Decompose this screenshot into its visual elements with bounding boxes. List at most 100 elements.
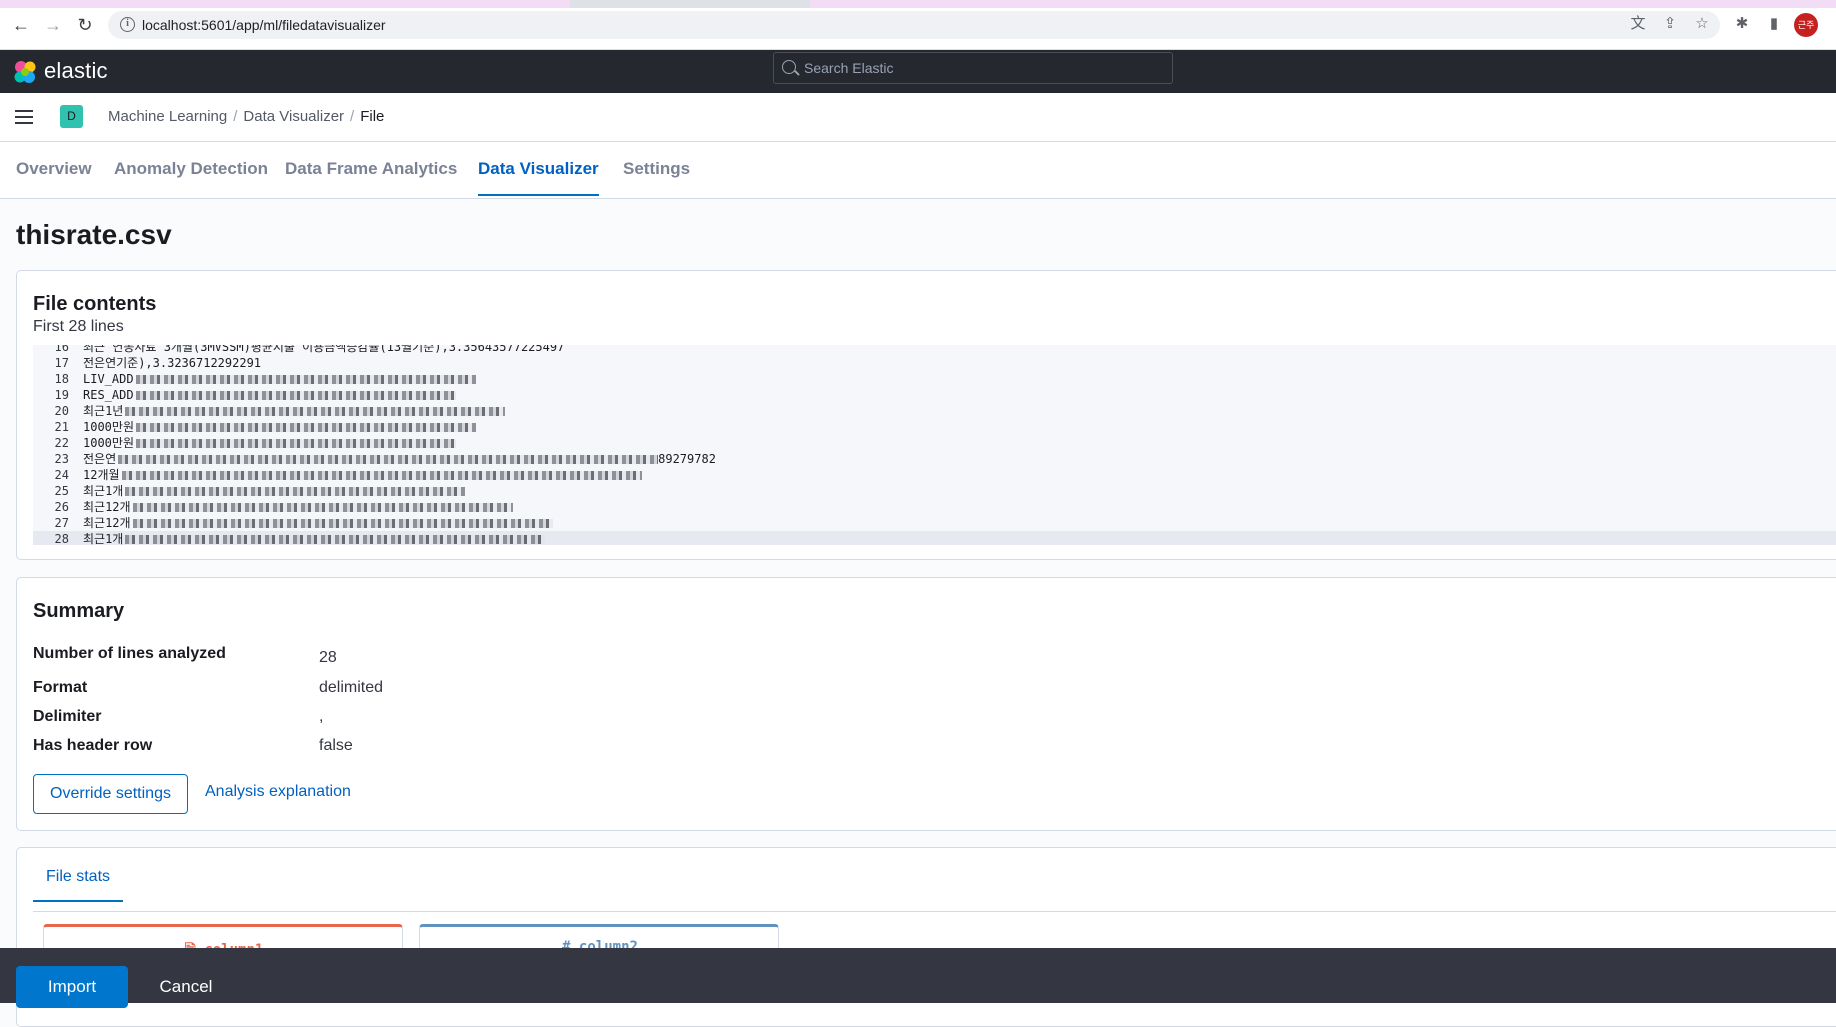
redacted-text (125, 487, 466, 496)
override-settings-button[interactable]: Override settings (33, 774, 188, 814)
browser-toolbar: ← → ↻ i localhost:5601/app/ml/filedatavi… (0, 0, 1836, 50)
breadcrumb-separator: / (350, 108, 355, 125)
redacted-text (132, 503, 513, 512)
forward-arrow-icon[interactable]: → (42, 14, 64, 36)
breadcrumb-data-visualizer[interactable]: Data Visualizer (243, 108, 344, 125)
line-text: 1000만원 (83, 436, 134, 450)
line-text: 최근 연동자료 3개월(3MVSSM)평균지출 이용금액증감율(13월기준),3… (83, 345, 565, 354)
line-number: 24 (54, 468, 69, 482)
menu-hamburger-icon[interactable] (15, 110, 33, 124)
redacted-text (135, 439, 456, 448)
file-contents-title: File contents (33, 293, 157, 315)
line-number: 20 (54, 404, 69, 418)
line-number: 19 (54, 388, 69, 402)
code-line: 22 1000만원 (33, 435, 1836, 451)
tab-data-frame-analytics[interactable]: Data Frame Analytics (285, 159, 457, 194)
import-button[interactable]: Import (16, 966, 128, 1008)
reload-icon[interactable]: ↻ (74, 14, 96, 36)
redacted-text (125, 535, 546, 544)
back-arrow-icon[interactable]: ← (10, 14, 32, 36)
line-number: 22 (54, 436, 69, 450)
code-line: 26 최근12개 (33, 499, 1836, 515)
analysis-explanation-link[interactable]: Analysis explanation (205, 783, 351, 801)
line-number: 23 (54, 452, 69, 466)
file-contents-panel: File contents First 28 lines 16 최근 연동자료 3… (16, 270, 1836, 560)
address-bar[interactable]: i localhost:5601/app/ml/filedatavisualiz… (108, 11, 1720, 39)
profile-avatar[interactable]: 근주 (1794, 13, 1818, 37)
summary-label: Has header row (33, 737, 153, 754)
tab-anomaly-detection[interactable]: Anomaly Detection (114, 159, 268, 194)
line-text-tail: 기준),3.3236712292291 (116, 356, 262, 370)
line-text: 최근12개 (83, 500, 131, 514)
tab-file-stats[interactable]: File stats (33, 868, 124, 902)
code-line: 20 최근1년 (33, 403, 1836, 419)
side-panel-icon[interactable]: ▮ (1764, 14, 1784, 34)
browser-tab[interactable] (0, 0, 570, 8)
ml-tabs: Overview Anomaly Detection Data Frame An… (0, 142, 1836, 199)
file-contents-code[interactable]: 16 최근 연동자료 3개월(3MVSSM)평균지출 이용금액증감율(13월기준)… (33, 345, 1836, 545)
search-input[interactable] (804, 58, 1164, 78)
code-line: 28 최근1개 (33, 531, 1836, 545)
bookmark-star-icon[interactable]: ☆ (1692, 14, 1712, 34)
summary-label: Format (33, 679, 88, 696)
tab-settings[interactable]: Settings (623, 159, 690, 194)
share-icon[interactable]: ⇪ (1660, 14, 1680, 34)
line-text: 전은연 (83, 452, 117, 466)
line-number: 16 (54, 345, 69, 354)
tab-overview[interactable]: Overview (16, 159, 92, 194)
url-text[interactable]: localhost:5601/app/ml/filedatavisualizer (142, 17, 386, 33)
translate-icon[interactable]: 文 (1628, 14, 1648, 34)
search-icon (782, 60, 796, 74)
divider (33, 911, 1836, 912)
line-text: 최근1개 (83, 532, 124, 545)
cancel-button[interactable]: Cancel (140, 966, 232, 1008)
breadcrumb-file: File (360, 108, 385, 125)
summary-label: Number of lines analyzed (33, 645, 226, 662)
code-line: 19 RES_ADD (33, 387, 1836, 403)
tab-data-visualizer[interactable]: Data Visualizer (478, 159, 599, 196)
line-text: 최근1년 (83, 404, 124, 418)
line-text: 최근1개 (83, 484, 124, 498)
breadcrumb-separator: / (233, 108, 238, 125)
brand-name[interactable]: elastic (44, 58, 108, 84)
browser-tab[interactable] (810, 0, 1836, 8)
line-text: 전은연 (83, 356, 117, 370)
redacted-text (125, 407, 506, 416)
global-search[interactable] (773, 52, 1173, 84)
code-line: 17 전은연기준),3.3236712292291 (33, 355, 1836, 371)
line-text: LIV_ADD (83, 372, 134, 386)
redacted-text (121, 471, 642, 480)
extensions-puzzle-icon[interactable]: ✱ (1732, 14, 1752, 34)
page-title: thisrate.csv (16, 219, 172, 250)
code-line: 18 LIV_ADD (33, 371, 1836, 387)
code-line: 24 12개월 (33, 467, 1836, 483)
space-avatar[interactable]: D (60, 105, 83, 128)
summary-value: 28 (319, 649, 337, 666)
code-line: 21 1000만원 (33, 419, 1836, 435)
breadcrumb-machine-learning[interactable]: Machine Learning (108, 108, 227, 125)
code-line: 25 최근1개 (33, 483, 1836, 499)
line-number: 26 (54, 500, 69, 514)
summary-title: Summary (33, 600, 125, 622)
redacted-text (132, 519, 553, 528)
summary-value: false (319, 737, 353, 754)
line-text: RES_ADD (83, 388, 134, 402)
summary-value: , (319, 708, 324, 725)
redacted-text (118, 455, 659, 464)
line-text-tail: 89279782 (658, 452, 716, 466)
bottom-action-bar: Import Cancel (0, 948, 1836, 1008)
line-number: 18 (54, 372, 69, 386)
code-line: 27 최근12개 (33, 515, 1836, 531)
redacted-text (135, 375, 476, 384)
file-contents-subtitle: First 28 lines (33, 318, 124, 335)
breadcrumb: Machine Learning / Data Visualizer / File (108, 108, 384, 125)
breadcrumb-bar: D Machine Learning / Data Visualizer / File (0, 93, 1836, 142)
site-info-icon[interactable]: i (120, 17, 135, 32)
browser-tab-strip (0, 0, 1836, 8)
elastic-logo-icon[interactable] (12, 59, 38, 85)
line-text: 최근12개 (83, 516, 131, 530)
redacted-text (135, 423, 476, 432)
line-number: 27 (54, 516, 69, 530)
line-text: 1000만원 (83, 420, 134, 434)
summary-label: Delimiter (33, 708, 102, 725)
